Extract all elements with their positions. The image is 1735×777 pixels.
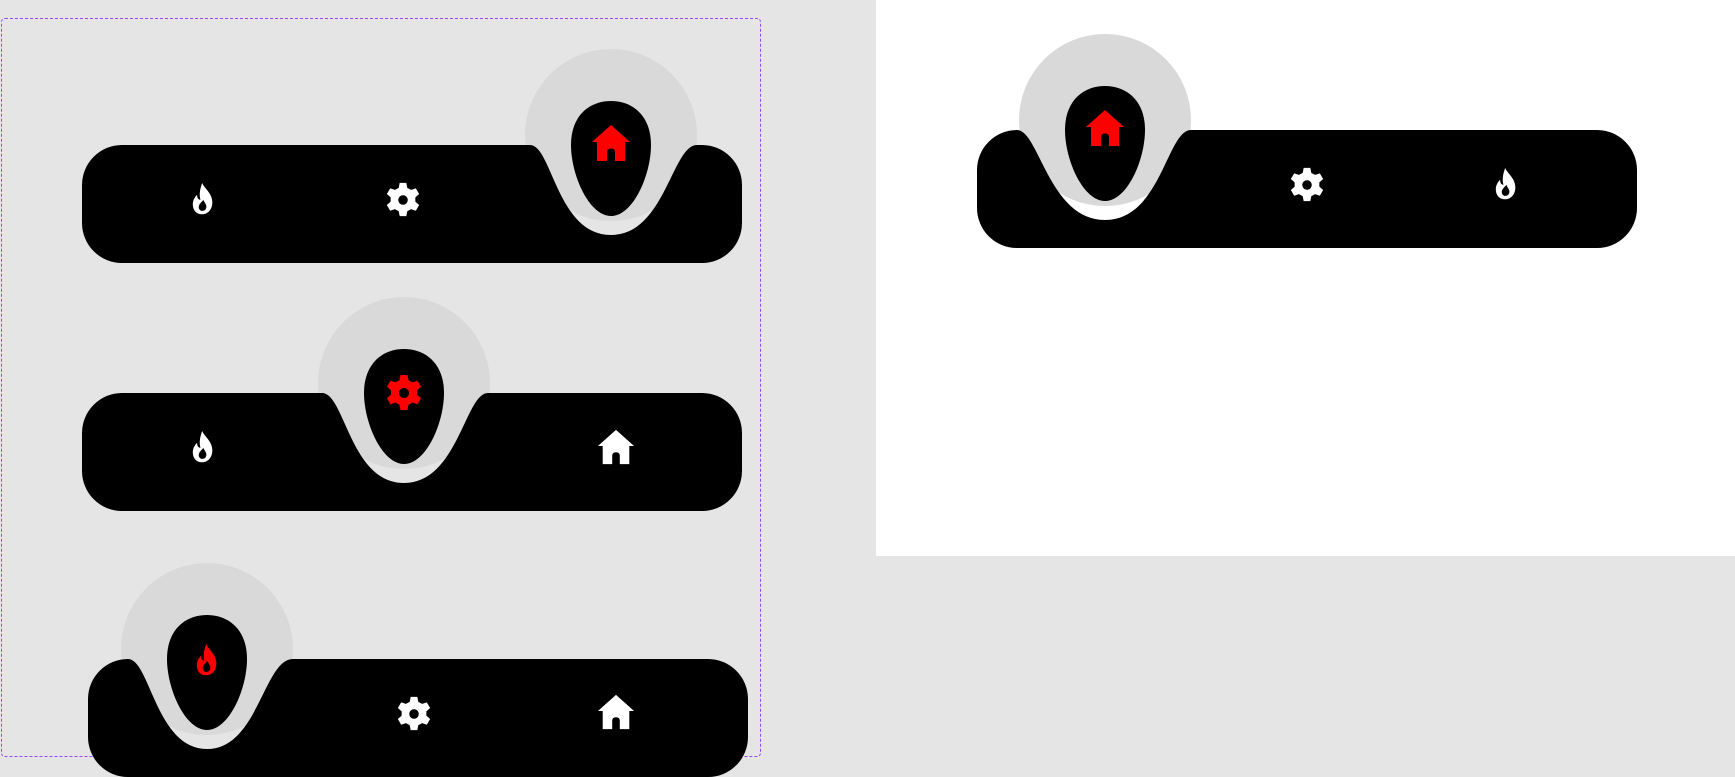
tab-bar-home-active — [82, 49, 742, 263]
tab-bar-settings-active — [82, 297, 742, 511]
tab-bar-preview — [977, 34, 1637, 248]
tab-bar-fire-active — [88, 563, 748, 777]
variants-frame — [1, 18, 761, 777]
preview-panel — [876, 0, 1735, 556]
